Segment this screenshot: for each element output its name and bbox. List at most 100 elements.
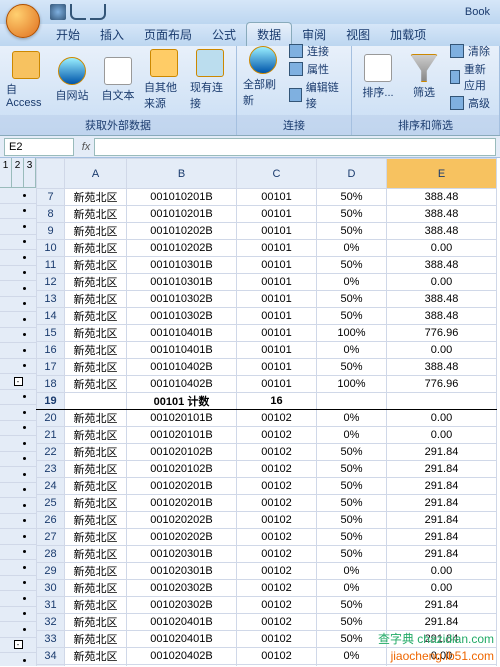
row-header[interactable]: 27 xyxy=(37,529,65,546)
table-row[interactable]: 27新苑北区001020202B0010250%291.84 xyxy=(37,529,497,546)
table-row[interactable]: 18新苑北区001010402B00101100%776.96 xyxy=(37,376,497,393)
redo-icon[interactable] xyxy=(90,4,106,20)
outline-level-2[interactable]: 2 xyxy=(12,158,24,187)
clear-filter-button[interactable]: 清除 xyxy=(450,43,493,59)
table-row[interactable]: 29新苑北区001020301B001020%0.00 xyxy=(37,563,497,580)
row-header[interactable]: 11 xyxy=(37,257,65,274)
row-header[interactable]: 19 xyxy=(37,393,65,410)
filter-button[interactable]: 筛选 xyxy=(404,54,444,100)
row-header[interactable]: 16 xyxy=(37,342,65,359)
tab-home[interactable]: 开始 xyxy=(46,23,90,46)
sort-button[interactable]: 排序... xyxy=(358,54,398,100)
connections-button[interactable]: 连接 xyxy=(289,43,345,59)
row-header[interactable]: 20 xyxy=(37,410,65,427)
row-header[interactable]: 25 xyxy=(37,495,65,512)
row-header[interactable]: 28 xyxy=(37,546,65,563)
undo-icon[interactable] xyxy=(70,4,86,20)
collapse-icon[interactable]: - xyxy=(14,640,23,649)
table-row[interactable]: 28新苑北区001020301B0010250%291.84 xyxy=(37,546,497,563)
col-B[interactable]: B xyxy=(127,159,237,189)
refresh-all-button[interactable]: 全部刷新 xyxy=(243,46,283,108)
table-row[interactable]: 16新苑北区001010401B001010%0.00 xyxy=(37,342,497,359)
row-header[interactable]: 13 xyxy=(37,291,65,308)
table-row[interactable]: 26新苑北区001020202B0010250%291.84 xyxy=(37,512,497,529)
table-row[interactable]: 7新苑北区001010201B0010150%388.48 xyxy=(37,189,497,206)
row-header[interactable]: 32 xyxy=(37,614,65,631)
table-row[interactable]: 32新苑北区001020401B0010250%291.84 xyxy=(37,614,497,631)
row-header[interactable]: 18 xyxy=(37,376,65,393)
row-header[interactable]: 8 xyxy=(37,206,65,223)
office-button[interactable] xyxy=(6,4,40,38)
group-get-external-data: 获取外部数据 xyxy=(0,115,236,135)
table-row[interactable]: 30新苑北区001020302B001020%0.00 xyxy=(37,580,497,597)
table-row[interactable]: 13新苑北区001010302B0010150%388.48 xyxy=(37,291,497,308)
col-C[interactable]: C xyxy=(237,159,317,189)
table-row[interactable]: 15新苑北区001010401B00101100%776.96 xyxy=(37,325,497,342)
app-title: Book xyxy=(106,6,496,18)
table-row[interactable]: 23新苑北区001020102B0010250%291.84 xyxy=(37,461,497,478)
select-all[interactable] xyxy=(37,159,65,189)
from-access-button[interactable]: 自 Access xyxy=(6,51,46,109)
table-row[interactable]: 12新苑北区001010301B001010%0.00 xyxy=(37,274,497,291)
table-row[interactable]: 24新苑北区001020201B0010250%291.84 xyxy=(37,478,497,495)
table-row[interactable]: 17新苑北区001010402B0010150%388.48 xyxy=(37,359,497,376)
outline-level-1[interactable]: 1 xyxy=(0,158,12,187)
from-web-button[interactable]: 自网站 xyxy=(52,57,92,103)
outline-row xyxy=(0,591,36,607)
table-row[interactable]: 20新苑北区001020101B001020%0.00 xyxy=(37,410,497,427)
row-header[interactable]: 17 xyxy=(37,359,65,376)
col-E[interactable]: E xyxy=(387,159,497,189)
table-row[interactable]: 25新苑北区001020201B0010250%291.84 xyxy=(37,495,497,512)
row-header[interactable]: 26 xyxy=(37,512,65,529)
table-row[interactable]: 21新苑北区001020101B001020%0.00 xyxy=(37,427,497,444)
save-icon[interactable] xyxy=(50,4,66,20)
from-other-button[interactable]: 自其他来源 xyxy=(144,49,184,111)
advanced-button[interactable]: 高级 xyxy=(450,95,493,111)
row-header[interactable]: 15 xyxy=(37,325,65,342)
row-header[interactable]: 7 xyxy=(37,189,65,206)
outline-dot-icon xyxy=(23,287,26,290)
row-header[interactable]: 29 xyxy=(37,563,65,580)
outline-row xyxy=(0,467,36,483)
from-text-button[interactable]: 自文本 xyxy=(98,57,138,103)
row-header[interactable]: 22 xyxy=(37,444,65,461)
name-box[interactable]: E2 xyxy=(4,138,74,156)
table-row[interactable]: 22新苑北区001020102B0010250%291.84 xyxy=(37,444,497,461)
reapply-button[interactable]: 重新应用 xyxy=(450,61,493,93)
table-row[interactable]: 31新苑北区001020302B0010250%291.84 xyxy=(37,597,497,614)
outline-level-3[interactable]: 3 xyxy=(24,158,36,187)
fx-icon[interactable]: fx xyxy=(78,141,94,153)
table-row[interactable]: 11新苑北区001010301B0010150%388.48 xyxy=(37,257,497,274)
row-header[interactable]: 35 xyxy=(37,665,65,667)
table-row[interactable]: 10新苑北区001010202B001010%0.00 xyxy=(37,240,497,257)
table-row[interactable]: 9新苑北区001010202B0010150%388.48 xyxy=(37,223,497,240)
col-A[interactable]: A xyxy=(65,159,127,189)
row-header[interactable]: 12 xyxy=(37,274,65,291)
table-row[interactable]: 1900101 计数16 xyxy=(37,393,497,410)
table-row[interactable]: 14新苑北区001010302B0010150%388.48 xyxy=(37,308,497,325)
row-header[interactable]: 30 xyxy=(37,580,65,597)
col-D[interactable]: D xyxy=(317,159,387,189)
existing-conn-button[interactable]: 现有连接 xyxy=(190,49,230,111)
table-row[interactable]: 34新苑北区001020402B001020%0.00 xyxy=(37,648,497,665)
cells-table[interactable]: A B C D E 7新苑北区001010201B0010150%388.488… xyxy=(36,158,497,666)
collapse-icon[interactable]: - xyxy=(14,377,23,386)
tab-insert[interactable]: 插入 xyxy=(90,23,134,46)
row-header[interactable]: 33 xyxy=(37,631,65,648)
row-header[interactable]: 14 xyxy=(37,308,65,325)
row-header[interactable]: 24 xyxy=(37,478,65,495)
row-header[interactable]: 31 xyxy=(37,597,65,614)
row-header[interactable]: 34 xyxy=(37,648,65,665)
table-row[interactable]: 33新苑北区001020401B0010250%291.84 xyxy=(37,631,497,648)
properties-button[interactable]: 属性 xyxy=(289,61,345,77)
edit-links-button[interactable]: 编辑链接 xyxy=(289,79,345,111)
row-header[interactable]: 23 xyxy=(37,461,65,478)
table-row[interactable]: 8新苑北区001010201B0010150%388.48 xyxy=(37,206,497,223)
table-row[interactable]: 35新苑北区001020402B0010250%291.84 xyxy=(37,665,497,667)
row-header[interactable]: 9 xyxy=(37,223,65,240)
formula-bar[interactable] xyxy=(94,138,496,156)
outline-dot-icon xyxy=(23,194,26,197)
row-header[interactable]: 10 xyxy=(37,240,65,257)
row-header[interactable]: 21 xyxy=(37,427,65,444)
tab-page-layout[interactable]: 页面布局 xyxy=(134,23,202,46)
